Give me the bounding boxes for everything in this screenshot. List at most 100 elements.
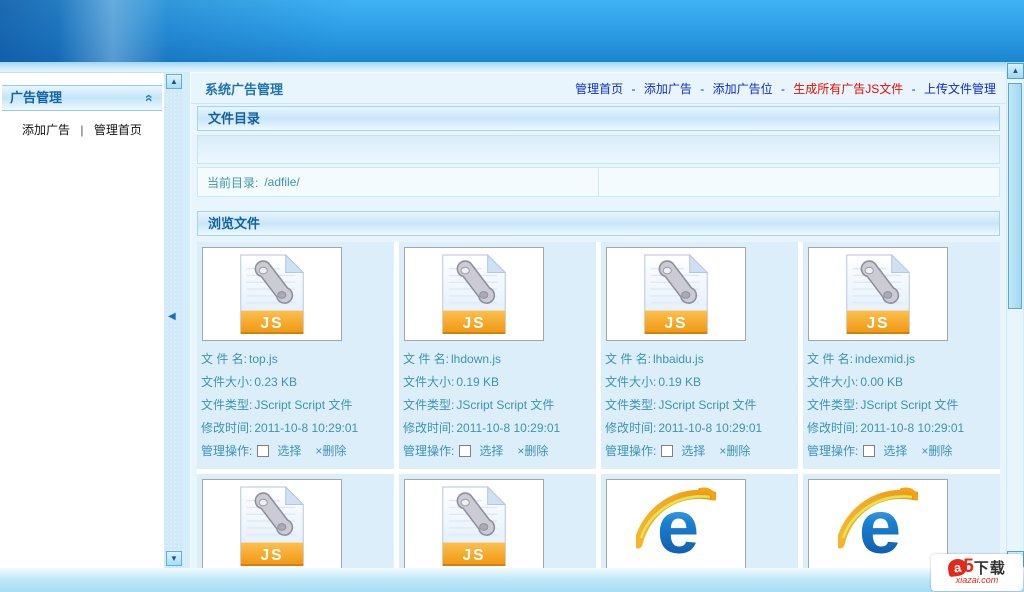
watermark-domain: xiazai.com [955, 575, 999, 585]
sidebar-scroll-up-button[interactable]: ▲ [166, 74, 182, 89]
collapse-panel-icon[interactable]: « [138, 94, 162, 102]
file-modified-label: 修改时间: [605, 421, 657, 435]
file-type-icon: JS e [838, 486, 918, 566]
sidebar-item-add-ad[interactable]: 添加广告 [22, 123, 70, 137]
file-actions-label: 管理操作: [201, 444, 253, 458]
section-title: 文件目录 [208, 111, 261, 126]
file-thumbnail[interactable]: JS e [606, 247, 746, 341]
app-header-banner [0, 0, 1024, 62]
file-card: JS e 文 件 名:indexmid.js 文件大小:0.00 KB 文件类型… [803, 242, 1000, 469]
file-card: JS e 文 件 名:lhbaidu.js 文件大小:0.19 KB 文件类型:… [601, 242, 798, 469]
sidebar-panel-header: 广告管理 « [2, 85, 162, 111]
sidebar-scroll-down-button[interactable]: ▼ [166, 551, 182, 566]
file-size-value: 0.19 KB [456, 375, 500, 389]
select-label: 选择 [479, 444, 504, 458]
directory-listing-empty-row [197, 135, 1000, 164]
select-checkbox[interactable] [661, 445, 674, 457]
nav-separator: - [700, 81, 705, 96]
file-name-label: 文 件 名: [403, 352, 450, 366]
nav-link-generate-js[interactable]: 生成所有广告JS文件 [793, 82, 903, 96]
sidebar-item-admin-home[interactable]: 管理首页 [94, 123, 142, 137]
select-checkbox[interactable] [863, 445, 876, 457]
file-modified-label: 修改时间: [201, 421, 253, 435]
file-thumbnail[interactable]: JS e [606, 479, 746, 568]
scrollbar-thumb[interactable] [1008, 83, 1022, 309]
file-type-value: JScript Script 文件 [254, 398, 353, 412]
delete-link[interactable]: ×删除 [517, 444, 548, 458]
file-size-label: 文件大小: [201, 375, 253, 389]
file-actions-label: 管理操作: [605, 444, 657, 458]
select-label: 选择 [277, 444, 302, 458]
current-directory-empty-cell [599, 168, 1000, 196]
nav-separator: - [780, 81, 785, 96]
file-thumbnail[interactable]: JS e [404, 247, 544, 341]
nav-link-add-ad-slot[interactable]: 添加广告位 [713, 82, 773, 96]
main-title-row: 系统广告管理 管理首页 - 添加广告 - 添加广告位 - 生成所有广告JS文件 … [191, 73, 1006, 104]
delete-link[interactable]: ×删除 [719, 444, 750, 458]
sidebar-menu: 添加广告 | 管理首页 [0, 111, 164, 138]
file-type-value: JScript Script 文件 [658, 398, 757, 412]
file-type-label: 文件类型: [807, 398, 859, 412]
file-type-icon: JS e [236, 253, 308, 335]
file-type-icon: JS e [636, 486, 716, 566]
file-modified-value: 2011-10-8 10:29:01 [456, 421, 561, 435]
select-label: 选择 [681, 444, 706, 458]
section-header-browse-files: 浏览文件 [197, 211, 1000, 236]
sidebar-splitter[interactable]: ▲ ◀ ▼ [165, 72, 183, 568]
select-checkbox[interactable] [459, 445, 472, 457]
file-modified-label: 修改时间: [807, 421, 859, 435]
nav-link-add-ad[interactable]: 添加广告 [644, 82, 692, 96]
file-type-label: 文件类型: [201, 398, 253, 412]
file-name-label: 文 件 名: [201, 352, 248, 366]
file-size-label: 文件大小: [403, 375, 455, 389]
file-actions-label: 管理操作: [403, 444, 455, 458]
section-title: 浏览文件 [208, 216, 261, 231]
page-title: 系统广告管理 [205, 81, 284, 97]
file-name-value: indexmid.js [855, 352, 916, 366]
nav-separator: - [631, 81, 636, 96]
a5-download-watermark[interactable]: a 5 下载 xiazai.com [931, 554, 1023, 591]
select-label: 选择 [883, 444, 908, 458]
file-size-value: 0.19 KB [658, 375, 702, 389]
file-size-label: 文件大小: [807, 375, 859, 389]
delete-link[interactable]: ×删除 [315, 444, 346, 458]
nav-link-admin-home[interactable]: 管理首页 [575, 82, 623, 96]
delete-link[interactable]: ×删除 [921, 444, 952, 458]
sidebar: 广告管理 « 添加广告 | 管理首页 [0, 72, 164, 568]
file-type-value: JScript Script 文件 [860, 398, 959, 412]
svg-text:JS: JS [665, 315, 688, 332]
file-card: JS e 文 件 名:lhdown.js 文件大小:0.19 KB 文件类型:J… [399, 242, 596, 469]
file-name-label: 文 件 名: [605, 352, 652, 366]
select-checkbox[interactable] [257, 445, 270, 457]
current-directory-value: /adfile/ [264, 175, 300, 189]
top-nav-links: 管理首页 - 添加广告 - 添加广告位 - 生成所有广告JS文件 - 上传文件管… [575, 80, 996, 97]
file-type-label: 文件类型: [605, 398, 657, 412]
file-type-icon: JS e [438, 485, 510, 567]
svg-text:JS: JS [463, 315, 486, 332]
svg-text:JS: JS [463, 547, 486, 564]
file-name-value: top.js [249, 352, 278, 366]
file-modified-value: 2011-10-8 10:29:01 [658, 421, 763, 435]
file-thumbnail[interactable]: JS e [202, 479, 342, 568]
file-modified-value: 2011-10-8 10:29:01 [860, 421, 965, 435]
svg-text:JS: JS [867, 315, 890, 332]
header-bottom-strip [0, 62, 1024, 72]
file-type-icon: JS e [640, 253, 712, 335]
file-thumbnail[interactable]: JS e [202, 247, 342, 341]
file-type-icon: JS e [842, 253, 914, 335]
current-directory-label: 当前目录: [207, 175, 259, 190]
nav-link-upload-manager[interactable]: 上传文件管理 [924, 82, 996, 96]
file-actions-label: 管理操作: [807, 444, 859, 458]
file-size-label: 文件大小: [605, 375, 657, 389]
main-scrollbar[interactable]: ▲ ▼ [1006, 63, 1024, 568]
splitter-collapse-left-icon[interactable]: ◀ [168, 311, 176, 322]
scroll-up-button[interactable]: ▲ [1007, 63, 1024, 79]
file-thumbnail[interactable]: JS e [808, 479, 948, 568]
file-thumbnail[interactable]: JS e [404, 479, 544, 568]
sidebar-title: 广告管理 [10, 90, 63, 105]
sidebar-item-separator: | [80, 123, 84, 137]
file-type-value: JScript Script 文件 [456, 398, 555, 412]
file-thumbnail[interactable]: JS e [808, 247, 948, 341]
current-directory-cell: 当前目录: /adfile/ [198, 168, 599, 196]
file-card-partial: JS e [601, 474, 798, 568]
